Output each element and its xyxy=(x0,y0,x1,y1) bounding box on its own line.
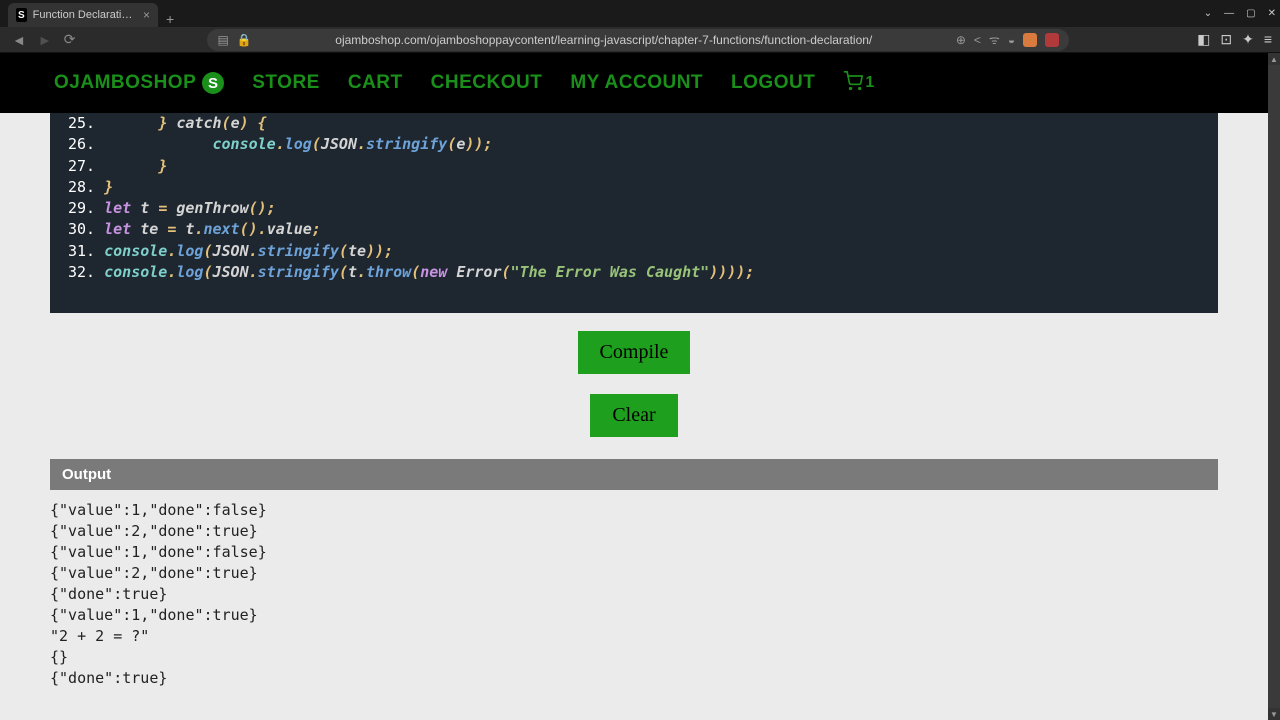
address-bar[interactable]: ▤ 🔒 ojamboshop.com/ojamboshoppaycontent/… xyxy=(207,29,1069,51)
tab-strip: S Function Declaration - Ojam × + xyxy=(4,0,182,27)
browser-titlebar: S Function Declaration - Ojam × + ⌄ — ▢ … xyxy=(0,0,1280,27)
output-line: {"value":1,"done":false} xyxy=(50,542,1218,563)
page-body: 25. } catch(e) {26. console.log(JSON.str… xyxy=(0,113,1268,689)
output-line: {"value":2,"done":true} xyxy=(50,563,1218,584)
tab-title: Function Declaration - Ojam xyxy=(33,9,137,21)
nav-buttons: ◄ ► ⟳ xyxy=(8,29,79,50)
shield-icon[interactable]: ◒ xyxy=(1008,33,1015,47)
code-line: 27. } xyxy=(68,156,1200,177)
nav-my-account[interactable]: MY ACCOUNT xyxy=(570,72,703,94)
window-controls: ⌄ — ▢ ✕ xyxy=(1204,8,1276,19)
scroll-down-icon[interactable]: ▼ xyxy=(1268,708,1280,720)
sidebar-icon[interactable]: ◧ xyxy=(1197,31,1210,48)
logo-badge-icon: S xyxy=(202,72,224,94)
site-info-icon[interactable]: 🔒 xyxy=(237,33,252,47)
code-line: 30. let te = t.next().value; xyxy=(68,219,1200,240)
toolbar-right: ◧ ⊡ ✦ ≡ xyxy=(1197,31,1272,48)
content-area: ▲ ▼ OJAMBOSHOP S STORE CART CHECKOUT MY … xyxy=(0,53,1280,720)
chevron-down-icon[interactable]: ⌄ xyxy=(1204,8,1212,19)
code-line: 31. console.log(JSON.stringify(te)); xyxy=(68,241,1200,262)
forward-button[interactable]: ► xyxy=(34,30,56,50)
code-line: 25. } catch(e) { xyxy=(68,113,1200,134)
reload-button[interactable]: ⟳ xyxy=(60,29,80,50)
page-scrollbar[interactable]: ▲ ▼ xyxy=(1268,53,1280,720)
compile-button[interactable]: Compile xyxy=(578,331,691,374)
browser-toolbar: ◄ ► ⟳ ▤ 🔒 ojamboshop.com/ojamboshoppayco… xyxy=(0,27,1280,53)
close-icon[interactable]: ✕ xyxy=(1268,8,1276,19)
output-line: {} xyxy=(50,647,1218,668)
new-tab-button[interactable]: + xyxy=(158,11,182,27)
tab-favicon-icon: S xyxy=(16,8,27,22)
nav-store[interactable]: STORE xyxy=(252,72,320,94)
nav-checkout[interactable]: CHECKOUT xyxy=(431,72,543,94)
url-text: ojamboshop.com/ojamboshoppaycontent/lear… xyxy=(260,33,948,47)
cart-count: 1 xyxy=(865,74,874,92)
zoom-icon[interactable]: ⊕ xyxy=(956,33,966,47)
output-line: {"value":1,"done":false} xyxy=(50,500,1218,521)
tab-close-icon[interactable]: × xyxy=(143,8,150,22)
minimize-icon[interactable]: — xyxy=(1224,8,1234,19)
site-header: OJAMBOSHOP S STORE CART CHECKOUT MY ACCO… xyxy=(0,53,1280,113)
sparkle-icon[interactable]: ✦ xyxy=(1242,31,1254,48)
rss-icon[interactable]: ᯤ xyxy=(989,31,1000,48)
code-line: 26. console.log(JSON.stringify(e)); xyxy=(68,134,1200,155)
output-line: {"done":true} xyxy=(50,668,1218,689)
browser-tab[interactable]: S Function Declaration - Ojam × xyxy=(8,3,158,27)
output-line: {"value":1,"done":true} xyxy=(50,605,1218,626)
downloads-icon[interactable]: ⊡ xyxy=(1220,31,1232,48)
code-line: 32. console.log(JSON.stringify(t.throw(n… xyxy=(68,262,1200,283)
cart-badge[interactable]: 1 xyxy=(843,71,874,96)
code-block: 25. } catch(e) {26. console.log(JSON.str… xyxy=(50,113,1218,313)
back-button[interactable]: ◄ xyxy=(8,30,30,50)
output-header: Output xyxy=(50,459,1218,490)
output-body: {"value":1,"done":false}{"value":2,"done… xyxy=(50,490,1218,689)
output-line: {"value":2,"done":true} xyxy=(50,521,1218,542)
code-line: 29. let t = genThrow(); xyxy=(68,198,1200,219)
output-line: "2 + 2 = ?" xyxy=(50,626,1218,647)
maximize-icon[interactable]: ▢ xyxy=(1246,8,1255,19)
extension-badge-1[interactable] xyxy=(1023,33,1037,47)
extension-badge-2[interactable] xyxy=(1045,33,1059,47)
nav-cart[interactable]: CART xyxy=(348,72,403,94)
output-line: {"done":true} xyxy=(50,584,1218,605)
shopping-cart-icon xyxy=(843,71,863,96)
nav-logout[interactable]: LOGOUT xyxy=(731,72,815,94)
logo-text: OJAMBOSHOP xyxy=(54,72,196,94)
reader-icon[interactable]: ▤ xyxy=(217,33,228,47)
button-area: Compile Clear xyxy=(50,313,1218,459)
clear-button[interactable]: Clear xyxy=(590,394,677,437)
output-section: Output {"value":1,"done":false}{"value":… xyxy=(50,459,1218,689)
scroll-up-icon[interactable]: ▲ xyxy=(1268,53,1280,65)
code-line: 28. } xyxy=(68,177,1200,198)
share-icon[interactable]: < xyxy=(974,33,981,47)
site-logo[interactable]: OJAMBOSHOP S xyxy=(54,72,224,94)
menu-icon[interactable]: ≡ xyxy=(1264,31,1272,48)
